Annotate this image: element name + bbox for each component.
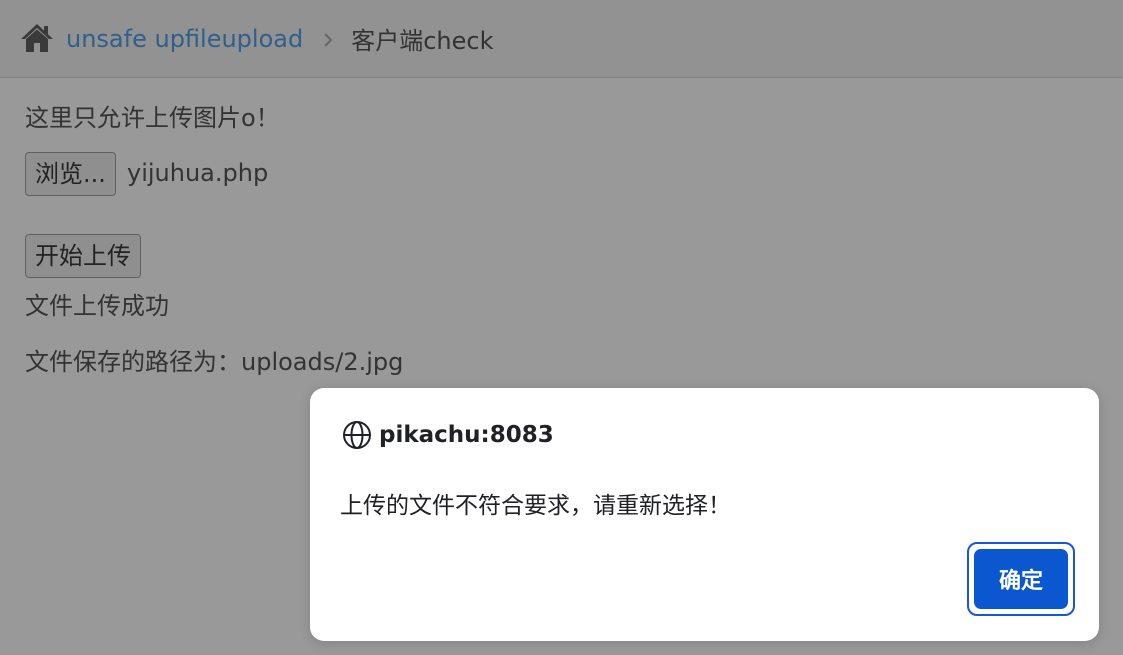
globe-icon	[342, 420, 372, 450]
dialog-origin: pikachu:8083	[379, 422, 554, 448]
browse-button[interactable]: 浏览...	[25, 152, 116, 196]
ok-button-focus-ring: 确定	[967, 542, 1075, 616]
upload-success-text: 文件上传成功	[25, 292, 169, 320]
alert-dialog: pikachu:8083 上传的文件不符合要求，请重新选择！ 确定	[310, 388, 1099, 641]
dialog-header: pikachu:8083	[342, 420, 554, 450]
ok-button[interactable]: 确定	[974, 549, 1068, 609]
home-icon[interactable]	[20, 22, 54, 54]
dialog-message: 上传的文件不符合要求，请重新选择！	[340, 493, 731, 519]
chevron-right-icon	[317, 29, 339, 51]
saved-path-text: 文件保存的路径为：uploads/2.jpg	[25, 348, 404, 376]
intro-text: 这里只允许上传图片o！	[25, 104, 280, 132]
selected-file-name: yijuhua.php	[127, 159, 269, 187]
upload-button[interactable]: 开始上传	[25, 234, 141, 278]
breadcrumb-current: 客户端check	[351, 27, 494, 55]
breadcrumb: unsafe upfileupload 客户端check	[0, 0, 1123, 78]
breadcrumb-link-unsafe-upfileupload[interactable]: unsafe upfileupload	[66, 25, 303, 53]
